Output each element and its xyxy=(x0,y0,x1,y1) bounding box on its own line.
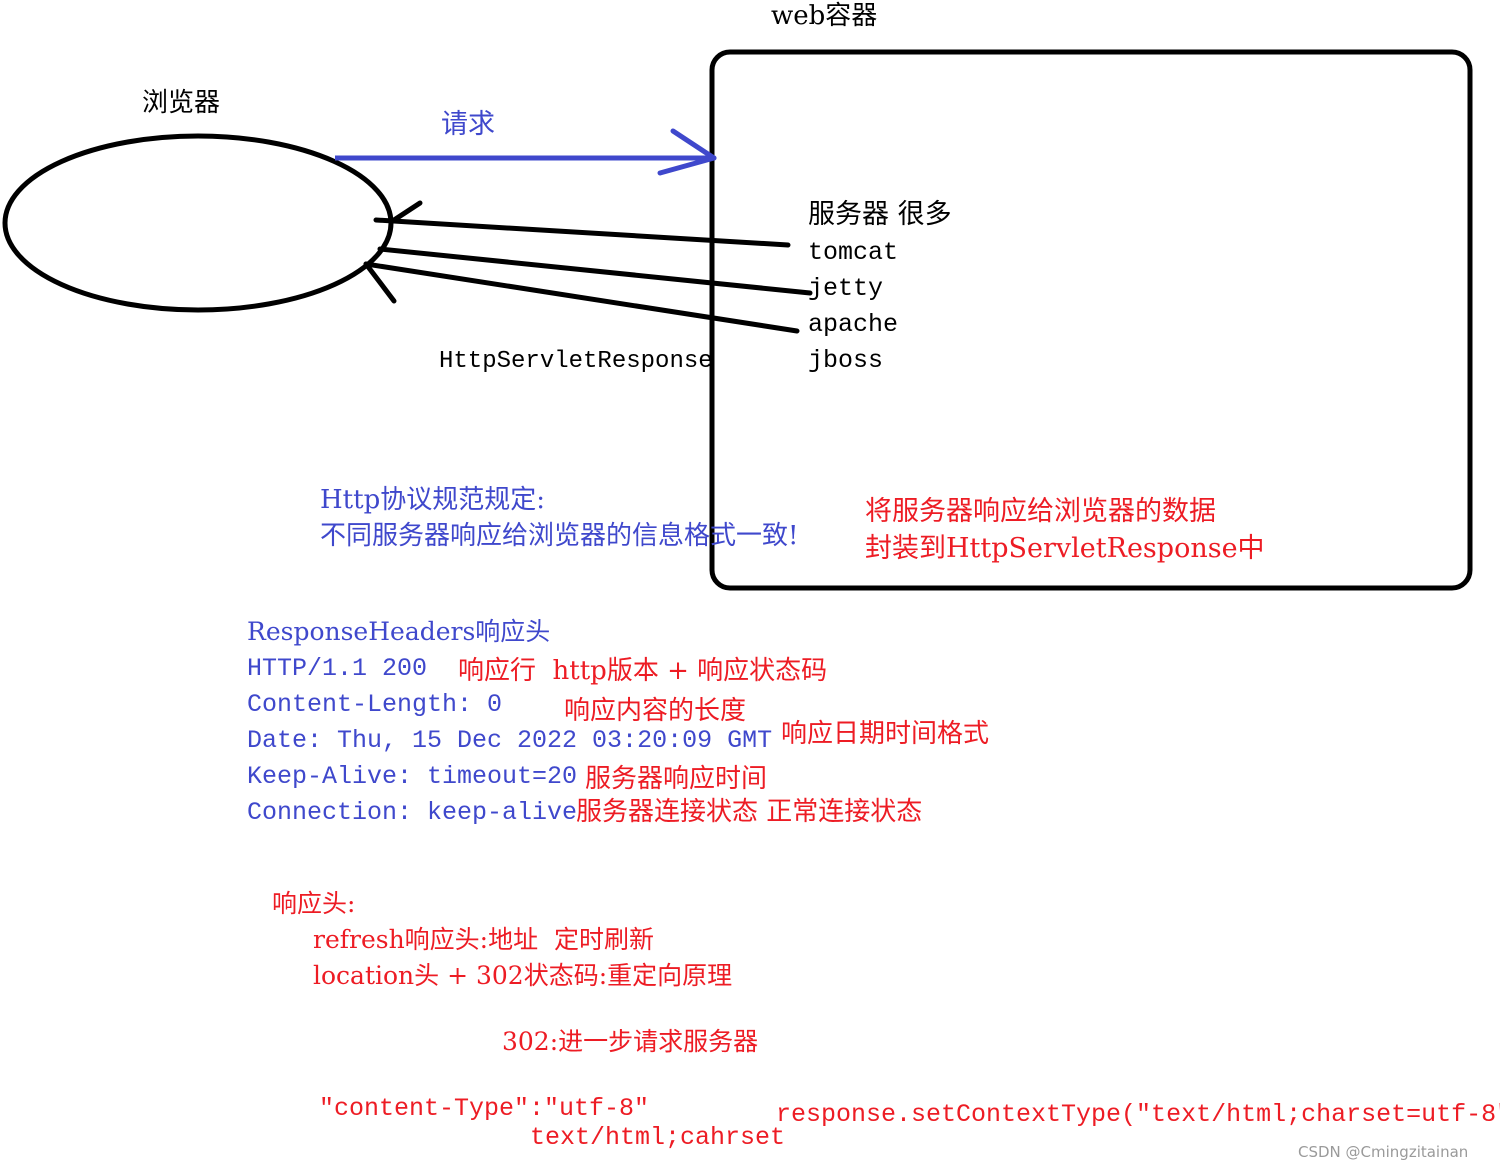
content-type-code: response.setContextType("text/html;chars… xyxy=(776,1100,1500,1129)
header-date-note: 响应日期时间格式 xyxy=(781,719,990,749)
request-arrow xyxy=(335,128,717,176)
browser-label: 浏览器 xyxy=(142,88,221,118)
header-date: Date: Thu, 15 Dec 2022 03:20:09 GMT xyxy=(247,726,773,755)
content-type-sub: text/html;cahrset xyxy=(530,1123,786,1152)
request-arrow-head-upper xyxy=(670,128,717,161)
spec-note-line-2: 不同服务器响应给浏览器的信息格式一致! xyxy=(320,521,799,551)
response-label: HttpServletResponse xyxy=(439,348,713,375)
headers-note-refresh: refresh响应头:地址 定时刷新 xyxy=(313,925,654,954)
response-arrowhead-upper xyxy=(388,200,423,225)
response-arrows xyxy=(363,200,813,334)
spec-note-line-1: Http协议规范规定: xyxy=(320,485,545,515)
header-content-length: Content-Length: 0 xyxy=(247,690,503,719)
headers-notes-title: 响应头: xyxy=(272,889,356,918)
server-item-tomcat: tomcat xyxy=(808,238,899,267)
diagram-canvas xyxy=(2,49,1473,591)
header-connection: Connection: keep-alive xyxy=(247,798,578,827)
response-line-jetty xyxy=(377,246,813,296)
header-content-length-note: 响应内容的长度 xyxy=(564,696,747,726)
header-status-line: HTTP/1.1 200 xyxy=(247,654,428,683)
server-item-apache: apache xyxy=(808,310,899,339)
header-keep-alive: Keep-Alive: timeout=20 xyxy=(247,762,578,791)
web-container-title: web容器 xyxy=(771,1,878,31)
header-keep-alive-note: 服务器响应时间 xyxy=(585,764,768,794)
container-note-line-2: 封装到HttpServletResponse中 xyxy=(865,533,1265,564)
server-item-jetty: jetty xyxy=(808,274,884,303)
servers-heading: 服务器 很多 xyxy=(808,199,952,230)
redirect-note: 302:进一步请求服务器 xyxy=(502,1027,759,1056)
response-headers-title: ResponseHeaders响应头 xyxy=(247,617,551,646)
content-type-json: "content-Type":"utf-8" xyxy=(319,1094,650,1123)
response-line-apache xyxy=(363,261,800,334)
response-line-tomcat xyxy=(373,217,791,248)
request-label: 请求 xyxy=(441,109,495,140)
watermark: CSDN @Cmingzitainan xyxy=(1298,1143,1469,1161)
header-status-note: 响应行 http版本 + 响应状态码 xyxy=(458,656,828,686)
header-connection-note: 服务器连接状态 正常连接状态 xyxy=(576,797,923,827)
browser-ellipse xyxy=(2,133,394,313)
container-note-line-1: 将服务器响应给浏览器的数据 xyxy=(865,496,1216,527)
server-item-jboss: jboss xyxy=(808,346,884,375)
headers-note-location: location头 + 302状态码:重定向原理 xyxy=(313,961,733,990)
